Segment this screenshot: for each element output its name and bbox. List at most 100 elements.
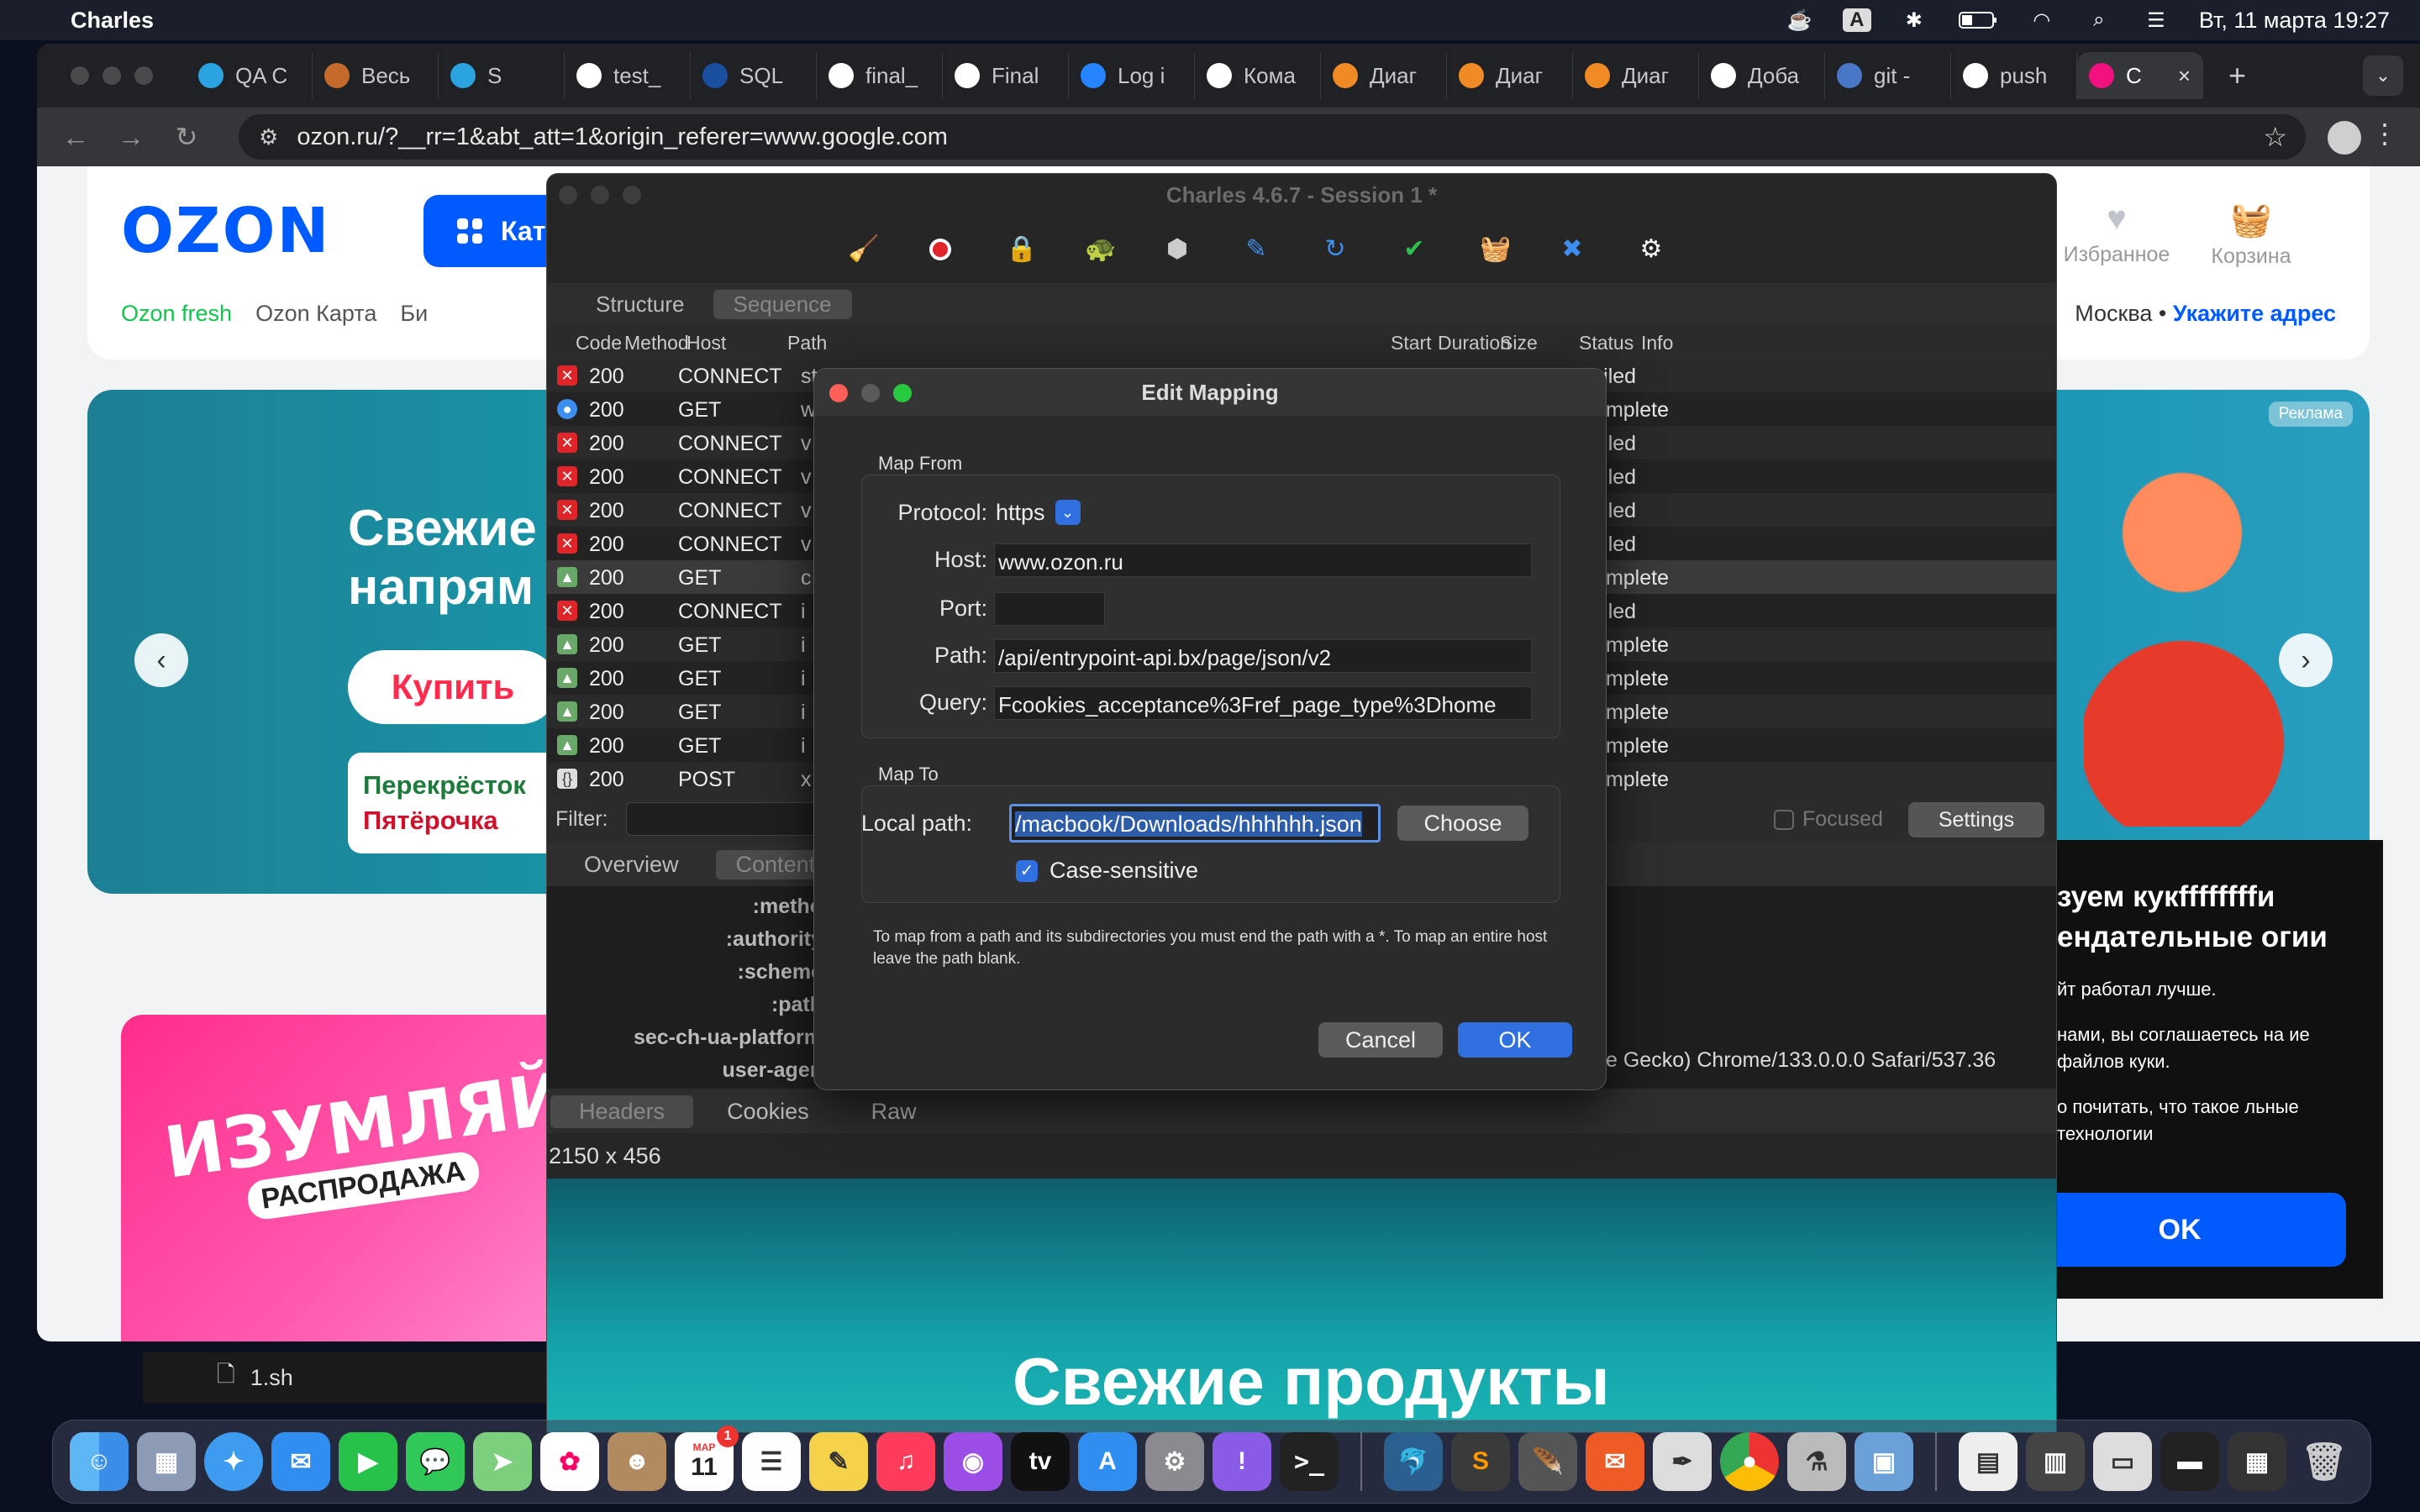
filter-input[interactable] xyxy=(626,802,836,836)
tab-structure[interactable]: Structure xyxy=(576,290,705,319)
cookie-ok-button[interactable]: OK xyxy=(2013,1193,2346,1267)
col-start[interactable]: Start xyxy=(1391,332,1432,354)
control-center-icon[interactable]: ☰ xyxy=(2142,8,2170,32)
focused-checkbox-box[interactable] xyxy=(1774,809,1794,830)
bookmark-star-icon[interactable]: ☆ xyxy=(2263,121,2287,153)
col-host[interactable]: Host xyxy=(687,332,726,354)
dialog-zoom-button[interactable] xyxy=(893,384,912,402)
reminders-icon[interactable]: ☰ xyxy=(742,1432,801,1491)
throttle-turtle-icon[interactable]: 🐢 xyxy=(1085,236,1116,263)
reload-button[interactable]: ↻ xyxy=(170,121,203,153)
terminal-thumbnail-icon[interactable]: ▬ xyxy=(2160,1432,2219,1491)
browser-tab[interactable]: C × xyxy=(2077,52,2203,99)
minimize-window-button[interactable] xyxy=(103,66,121,85)
breakpoint-hexagon-icon[interactable]: ⬢ xyxy=(1164,236,1191,263)
browser-tab[interactable]: Весь xyxy=(313,52,439,99)
messages-icon[interactable]: 💬 xyxy=(406,1432,465,1491)
pen-app-icon[interactable]: ✒ xyxy=(1653,1432,1712,1491)
host-field[interactable]: www.ozon.ru xyxy=(994,543,1532,577)
browser-tab[interactable]: S xyxy=(439,52,565,99)
terminal-file-name[interactable]: 1.sh xyxy=(250,1365,293,1391)
safari-icon[interactable]: ✦ xyxy=(204,1432,263,1491)
browser-tab[interactable]: Доба xyxy=(1699,52,1825,99)
close-tab-icon[interactable]: × xyxy=(2178,63,2191,89)
browser-tab[interactable]: Диаг xyxy=(1447,52,1573,99)
input-source-icon[interactable]: A xyxy=(1842,8,1871,32)
screen-thumbnail-icon[interactable]: ▦ xyxy=(2228,1432,2286,1491)
terminal-icon[interactable]: >_ xyxy=(1280,1432,1339,1491)
tab-search-button[interactable]: ⌄ xyxy=(2363,55,2403,96)
browser-tab[interactable]: push xyxy=(1951,52,2077,99)
tab-overview[interactable]: Overview xyxy=(564,850,699,879)
col-size[interactable]: Size xyxy=(1500,332,1538,354)
maps-icon[interactable]: ➤ xyxy=(473,1432,532,1491)
forward-button[interactable]: → xyxy=(114,122,148,153)
profile-avatar[interactable] xyxy=(2328,121,2361,155)
sublime-text-icon[interactable]: S xyxy=(1451,1432,1510,1491)
zoom-window-button[interactable] xyxy=(134,66,153,85)
active-app-name[interactable]: Charles xyxy=(71,8,154,34)
photos-icon[interactable]: ✿ xyxy=(540,1432,599,1491)
banner-prev-arrow[interactable]: ‹ xyxy=(134,633,188,687)
tab-sequence[interactable]: Sequence xyxy=(713,289,852,319)
url-text[interactable]: ozon.ru/?__rr=1&abt_att=1&origin_referer… xyxy=(297,123,948,151)
cancel-button[interactable]: Cancel xyxy=(1318,1022,1443,1058)
browser-tab[interactable]: git - xyxy=(1825,52,1951,99)
focused-checkbox[interactable]: Focused xyxy=(1774,807,1883,832)
finder-icon[interactable]: ☺ xyxy=(70,1432,129,1491)
clock[interactable]: Вт, 11 марта 19:27 xyxy=(2199,8,2390,34)
broom-icon[interactable]: 🧹 xyxy=(848,236,879,263)
browser-tab[interactable]: test_ xyxy=(565,52,691,99)
ozon-logo[interactable]: OZON xyxy=(121,195,330,267)
wifi-icon[interactable]: ◠ xyxy=(2028,8,2056,32)
browser-tab[interactable]: Log i xyxy=(1069,52,1195,99)
path-field[interactable]: /api/entrypoint-api.bx/page/json/v2 xyxy=(994,639,1532,673)
app-store-icon[interactable]: A xyxy=(1078,1432,1137,1491)
basket-icon[interactable]: 🧺 xyxy=(1480,236,1511,263)
dialog-close-button[interactable] xyxy=(829,384,848,402)
filter-settings-button[interactable]: Settings xyxy=(1908,802,2044,837)
calendar-icon[interactable]: МАР 11 1 xyxy=(675,1425,739,1491)
ozon-fresh-link[interactable]: Ozon fresh xyxy=(121,301,232,327)
window-thumbnail-icon[interactable]: ▭ xyxy=(2093,1432,2152,1491)
tab-headers[interactable]: Headers xyxy=(550,1095,694,1128)
col-method[interactable]: Method xyxy=(624,332,689,354)
banner-buy-button[interactable]: Купить xyxy=(348,650,558,724)
preview-icon[interactable]: ▣ xyxy=(1854,1432,1913,1491)
browser-tab[interactable]: Final xyxy=(943,52,1069,99)
settings-gear-icon[interactable]: ⚙ xyxy=(1638,236,1665,263)
ok-button[interactable]: OK xyxy=(1458,1022,1572,1058)
site-info-icon[interactable]: ⚙ xyxy=(259,124,278,150)
new-tab-button[interactable]: + xyxy=(2228,58,2246,93)
feedback-icon[interactable]: ! xyxy=(1213,1432,1271,1491)
address-bar[interactable]: ⚙ ozon.ru/?__rr=1&abt_att=1&origin_refer… xyxy=(239,114,2306,160)
ozon-card-link[interactable]: Ozon Карта xyxy=(255,301,376,327)
tab-raw[interactable]: Raw xyxy=(843,1095,945,1128)
local-path-field[interactable]: /macbook/Downloads/hhhhhh.json xyxy=(1009,804,1381,843)
case-sensitive-checkbox[interactable]: ✓ Case-sensitive xyxy=(1016,858,1198,884)
postman-icon[interactable]: ✉ xyxy=(1586,1432,1644,1491)
browser-tab[interactable]: SQL xyxy=(691,52,817,99)
browser-tab[interactable]: Диаг xyxy=(1321,52,1447,99)
checkmark-icon[interactable]: ✓ xyxy=(1016,859,1038,882)
jmeter-icon[interactable]: 🪶 xyxy=(1518,1432,1577,1491)
query-field[interactable]: Fcookies_acceptance%3Fref_page_type%3Dho… xyxy=(994,686,1532,720)
document-thumbnail-icon[interactable]: ▤ xyxy=(1959,1432,2018,1491)
contacts-icon[interactable]: ☻ xyxy=(608,1432,666,1491)
search-icon[interactable]: ⌕ xyxy=(2085,8,2113,32)
address-link[interactable]: Укажите адрес xyxy=(2173,301,2336,326)
browser-menu-icon[interactable]: ⋮ xyxy=(2371,118,2398,150)
cart-button[interactable]: 🧺 Корзина xyxy=(2188,200,2314,269)
tab-cookies[interactable]: Cookies xyxy=(698,1095,838,1128)
choose-button[interactable]: Choose xyxy=(1397,806,1528,841)
trash-icon[interactable]: 🗑 xyxy=(2295,1432,2354,1491)
col-path[interactable]: Path xyxy=(787,332,827,354)
compose-pen-icon[interactable]: ✎ xyxy=(1243,236,1270,263)
browser-tab[interactable]: Кома xyxy=(1195,52,1321,99)
port-field[interactable] xyxy=(994,592,1105,626)
mail-icon[interactable]: ✉ xyxy=(271,1432,330,1491)
charles-icon[interactable]: ⚗ xyxy=(1787,1432,1846,1491)
podcasts-icon[interactable]: ◉ xyxy=(944,1432,1002,1491)
col-info[interactable]: Info xyxy=(1641,332,1673,354)
repeat-icon[interactable]: ↻ xyxy=(1322,236,1349,263)
